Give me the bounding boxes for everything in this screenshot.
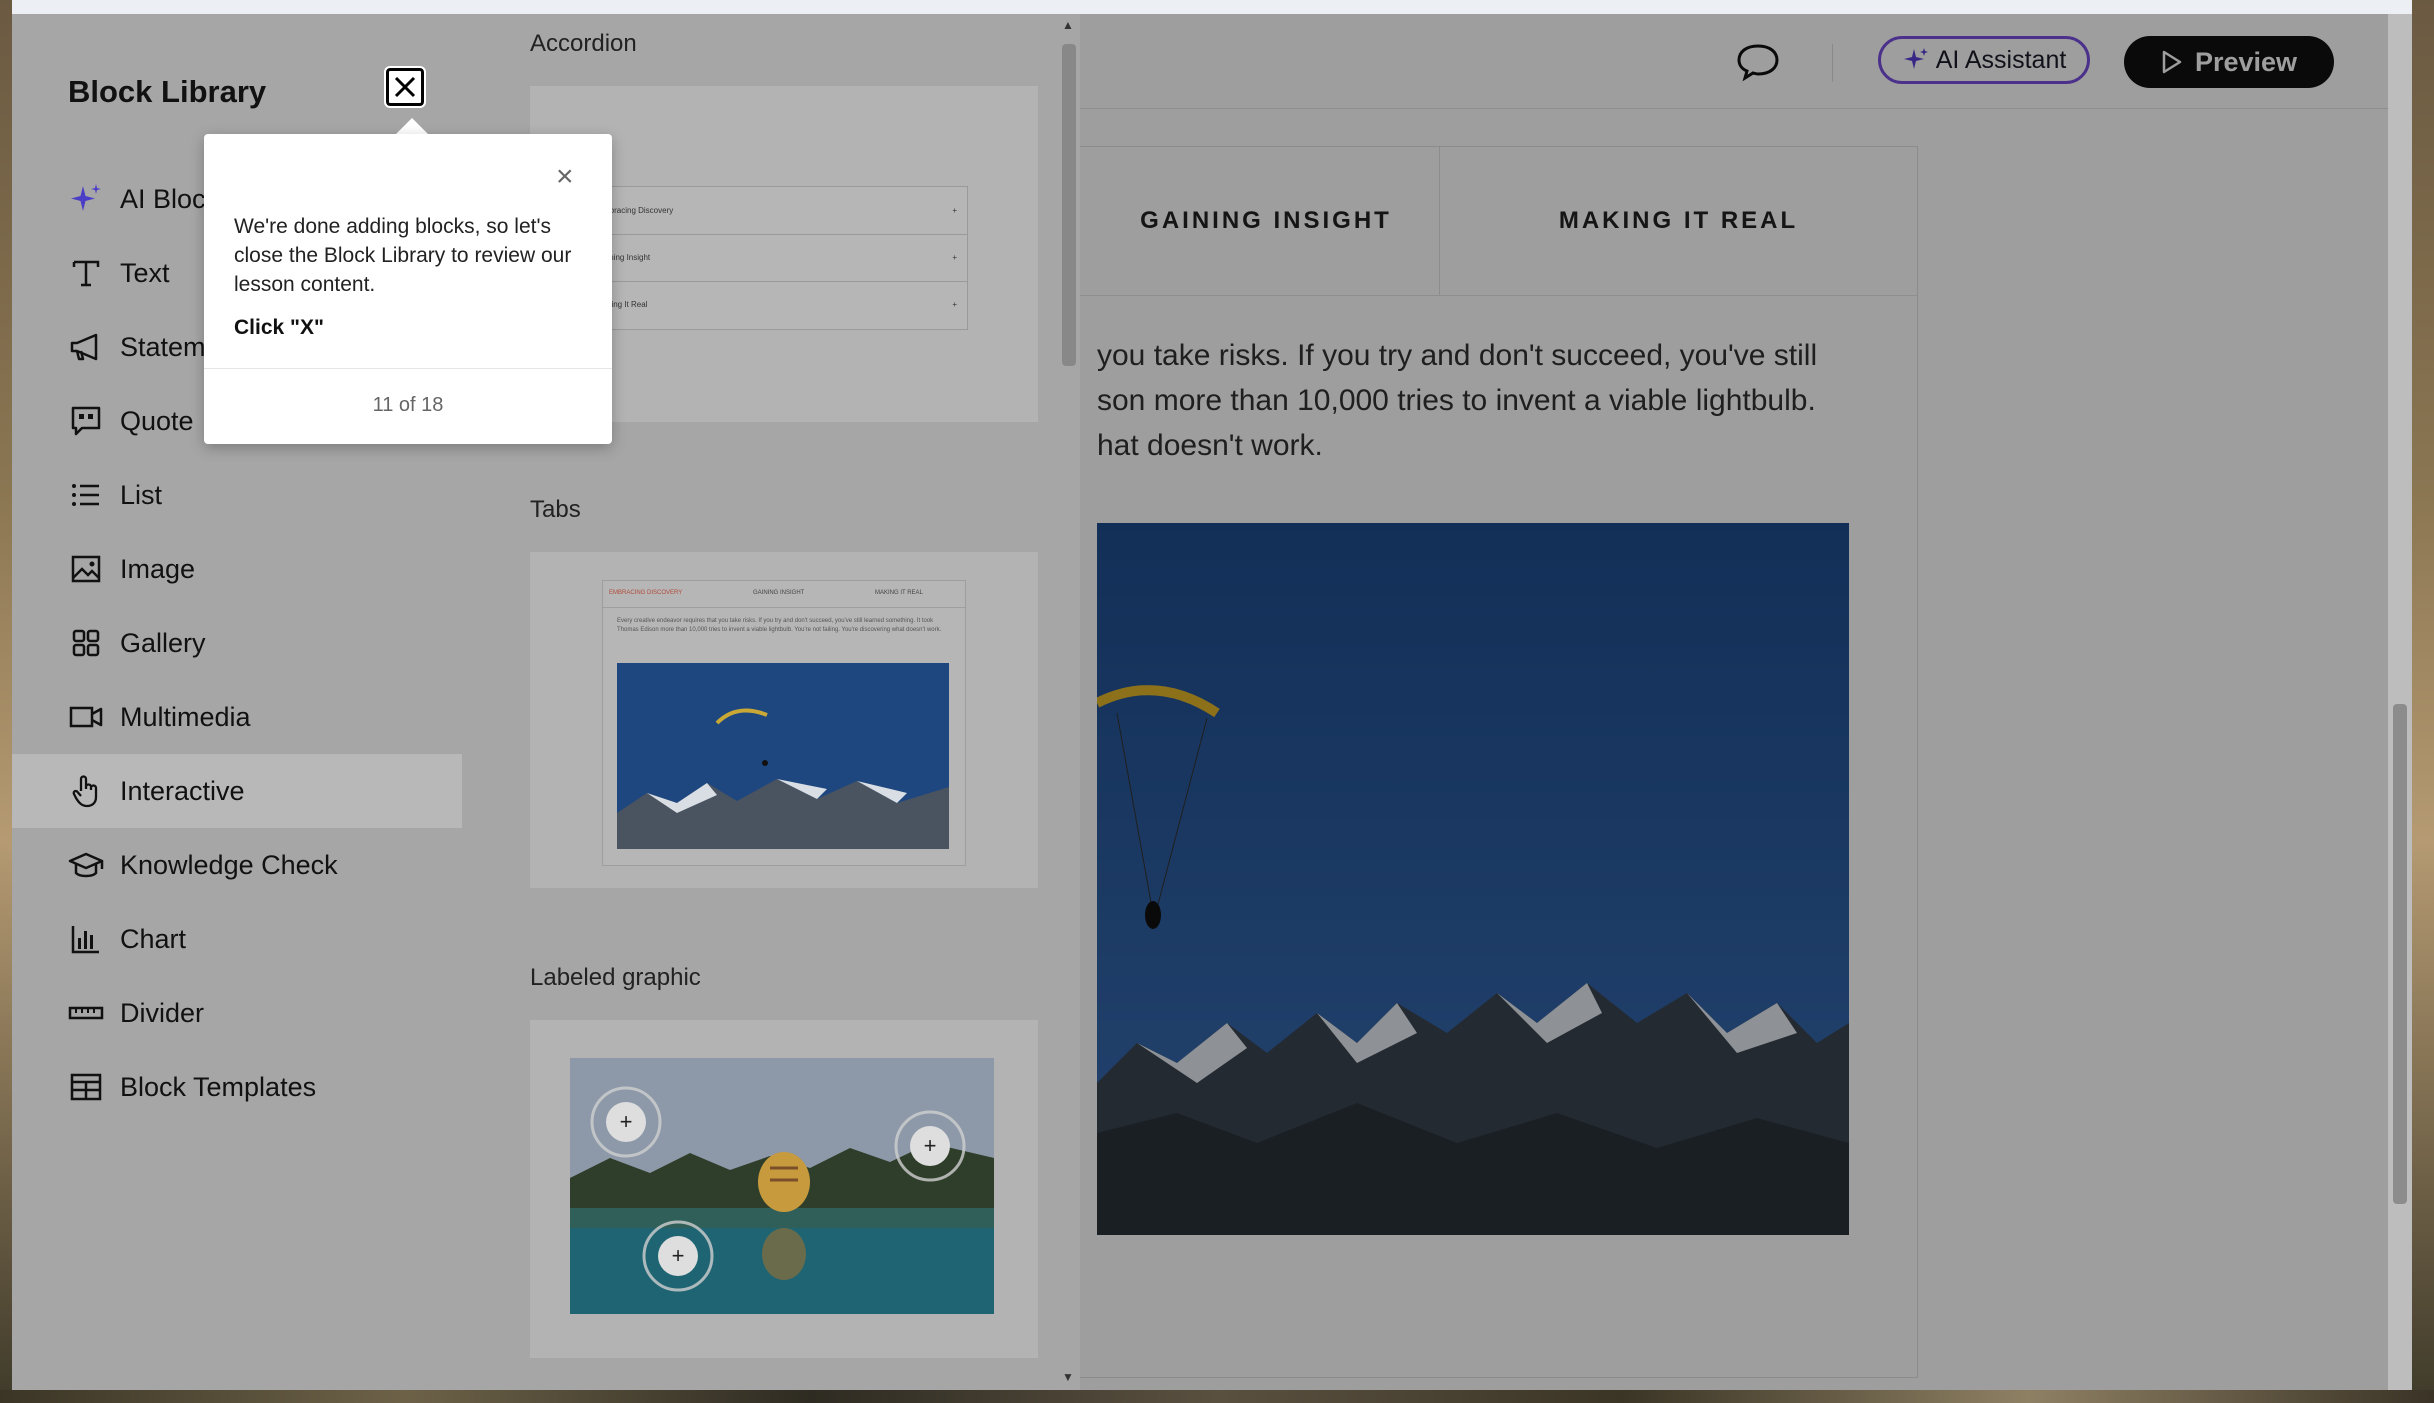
block-library-title: Block Library [68,74,267,109]
gallery-icon [72,629,100,657]
page-scrollbar[interactable] [2388,14,2412,1390]
tooltip-message: We're done adding blocks, so let's close… [234,215,572,296]
page-scroll-thumb[interactable] [2393,704,2407,1204]
close-icon [394,76,416,98]
window-top-bar [12,0,2412,14]
sidebar-item-label: Divider [120,997,205,1028]
sidebar-item-gallery[interactable]: Gallery [12,606,462,680]
accordion-row: aking It Real + [603,281,967,328]
close-library-button[interactable] [384,66,426,108]
sidebar-item-label: Interactive [120,775,245,806]
megaphone-icon [70,333,98,361]
labeled-graphic-image: + + + [570,1058,994,1314]
preview-tab: EMBRACING DISCOVERY [609,590,683,596]
tabs-preview-body: Every creative endeavor requires that yo… [617,618,942,633]
tooltip-close-icon[interactable]: × [556,162,574,192]
plus-icon: + [952,206,957,215]
sidebar-item-chart[interactable]: Chart [12,902,462,976]
accordion-row: aining Insight + [603,234,967,282]
sidebar-item-interactive[interactable]: Interactive [12,754,462,828]
sidebar-item-label: Knowledge Check [120,849,338,880]
tabs-preview-box: EMBRACING DISCOVERY GAINING INSIGHT MAKI… [602,580,966,866]
accordion-preview-box: mbracing Discovery + aining Insight + akin… [602,186,968,330]
sidebar-item-label: Quote [120,405,194,436]
accordion-row-label: mbracing Discovery [603,206,674,215]
sidebar-item-label: Gallery [120,627,206,658]
sidebar-item-list[interactable]: List [12,458,462,532]
video-icon [69,706,103,728]
sidebar-item-label: Image [120,553,196,584]
scroll-down-icon[interactable]: ▼ [1062,1370,1074,1384]
sidebar-item-block-templates[interactable]: Block Templates [12,1050,462,1124]
sidebar-item-multimedia[interactable]: Multimedia [12,680,462,754]
text-icon [72,260,100,287]
quote-icon [71,406,101,436]
svg-text:+: + [620,1109,633,1134]
tabs-preview-image [617,663,949,849]
sidebar-item-label: Block Templates [120,1071,317,1102]
desktop-wallpaper-strip [0,1390,2434,1403]
image-icon [71,555,101,583]
plus-icon: + [952,253,957,262]
scroll-up-icon[interactable]: ▲ [1062,18,1074,32]
list-icon [72,484,99,506]
sidebar-item-label: Text [120,257,170,288]
accordion-row: mbracing Discovery + [603,187,967,235]
graduation-cap-icon [68,852,104,878]
pointer-hand-icon [72,775,98,808]
sidebar-item-divider[interactable]: Divider [12,976,462,1050]
divider-icon [68,1006,104,1020]
section-label-accordion: Accordion [530,30,637,57]
sidebar-item-label: Multimedia [120,701,251,732]
tooltip-step-counter: 11 of 18 [372,394,444,416]
library-scrollbar[interactable]: ▲ ▼ [1056,14,1080,1390]
sidebar-item-label: List [120,479,163,510]
tooltip-instruction: Click "X" [234,316,324,339]
preview-tab: MAKING IT REAL [875,590,923,596]
guide-tooltip: × We're done adding blocks, so let's clo… [204,134,612,444]
labeled-graphic-preview-card[interactable]: + + + [530,1020,1038,1358]
svg-text:+: + [924,1133,937,1158]
sparkle-icon [71,184,101,211]
preview-tab: GAINING INSIGHT [753,590,805,596]
tabs-preview-card[interactable]: EMBRACING DISCOVERY GAINING INSIGHT MAKI… [530,552,1038,888]
library-scroll-thumb[interactable] [1062,44,1076,366]
svg-text:+: + [672,1243,685,1268]
tooltip-divider [204,368,612,369]
template-icon [70,1073,102,1101]
section-label-tabs: Tabs [530,496,581,523]
bar-chart-icon [71,926,99,954]
sidebar-item-knowledge-check[interactable]: Knowledge Check [12,828,462,902]
sidebar-item-label: Chart [120,923,187,954]
sidebar-item-image[interactable]: Image [12,532,462,606]
section-label-labeled-graphic: Labeled graphic [530,964,701,991]
plus-icon: + [952,300,957,309]
tabs-preview-tab-row: EMBRACING DISCOVERY GAINING INSIGHT MAKI… [603,581,965,608]
browser-window: AI Assistant Preview GAINING INSIGHT MAK… [12,0,2412,1390]
